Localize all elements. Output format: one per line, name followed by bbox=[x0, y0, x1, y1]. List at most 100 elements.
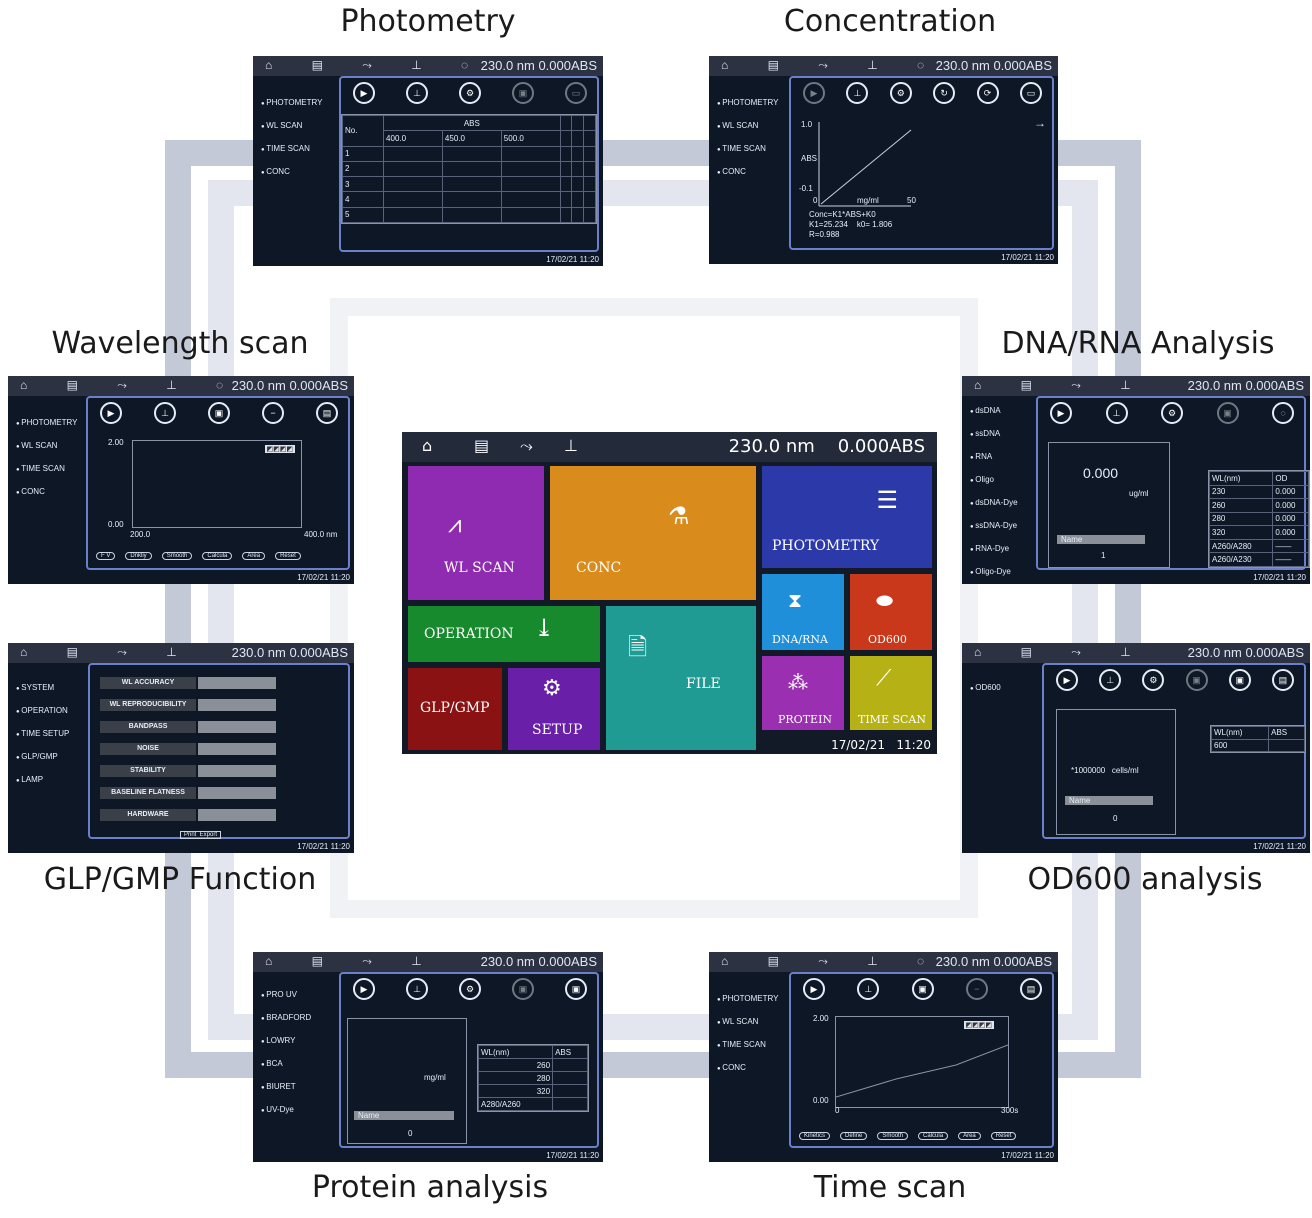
home-icon[interactable]: ⌂ bbox=[422, 436, 432, 455]
menu-item[interactable]: RNA-Dye bbox=[970, 538, 1018, 561]
refresh-icon[interactable]: ⟳ bbox=[976, 82, 999, 104]
menu-item[interactable]: CONC bbox=[717, 161, 778, 184]
settings-icon[interactable]: ⚙ bbox=[889, 82, 912, 104]
save-icon[interactable]: ▣ bbox=[1185, 669, 1208, 691]
menu-item[interactable]: WL SCAN bbox=[717, 115, 778, 138]
tile-conc[interactable]: ⚗ CONC bbox=[550, 466, 756, 600]
play-icon[interactable]: ▶ bbox=[1050, 402, 1072, 424]
play-icon[interactable]: ▶ bbox=[1056, 669, 1078, 691]
pill-button[interactable]: Smooth bbox=[877, 1132, 909, 1140]
plot-tools[interactable]: ◩◩◩◩ bbox=[264, 445, 295, 453]
zero-icon[interactable]: ⊥ bbox=[406, 82, 428, 104]
menu-item[interactable]: WL SCAN bbox=[717, 1011, 778, 1034]
menu-item[interactable]: ssDNA bbox=[970, 423, 1018, 446]
plot-tools[interactable]: ◩◩◩◩ bbox=[963, 1021, 994, 1029]
save-icon[interactable]: ▣ bbox=[512, 978, 534, 1000]
settings-icon[interactable]: ⚙ bbox=[459, 82, 481, 104]
tile-timescan[interactable]: ⟋ TIME SCAN bbox=[850, 656, 932, 730]
tile-operation[interactable]: OPERATION ⤓ bbox=[408, 606, 600, 662]
tile-protein[interactable]: ⁂ PROTEIN bbox=[762, 656, 844, 730]
zero-icon[interactable]: ⊥ bbox=[857, 978, 880, 1000]
menu-item[interactable]: LOWRY bbox=[261, 1030, 311, 1053]
menu-item[interactable]: BCA bbox=[261, 1053, 311, 1076]
settings-icon[interactable]: ⚙ bbox=[1161, 402, 1183, 424]
menu-item[interactable]: BRADFORD bbox=[261, 1007, 311, 1030]
minus-icon[interactable]: − bbox=[965, 978, 988, 1000]
printer-icon[interactable]: ▤ bbox=[1271, 669, 1294, 691]
menu-item[interactable]: dsDNA-Dye bbox=[970, 492, 1017, 515]
menu-item[interactable]: OPERATION bbox=[16, 700, 69, 723]
arrow-right-icon[interactable]: → bbox=[1034, 116, 1046, 130]
toolbar-icons[interactable]: ⌂ ▤ ⤳ ⊥ ◌ bbox=[721, 58, 942, 73]
menu-item[interactable]: Oligo-Dye bbox=[970, 561, 1018, 584]
tile-wlscan[interactable]: ⩘ WL SCAN bbox=[408, 466, 544, 600]
zero-icon[interactable]: ⊥ bbox=[846, 82, 869, 104]
lamp-icon[interactable]: ◌ bbox=[1272, 402, 1294, 424]
save-icon[interactable]: ▣ bbox=[911, 978, 934, 1000]
save-icon[interactable]: ▣ bbox=[512, 82, 534, 104]
list-icon[interactable]: ▤ bbox=[474, 436, 489, 455]
menu-item[interactable]: TIME SCAN bbox=[717, 1034, 778, 1057]
pill-button[interactable]: Reset bbox=[990, 1132, 1017, 1140]
menu-item[interactable]: UV-Dye bbox=[261, 1099, 311, 1122]
menu-item[interactable]: dsDNA bbox=[970, 400, 1018, 423]
zero-icon[interactable]: ⊥ bbox=[564, 436, 578, 455]
pill-button[interactable]: Calcula bbox=[202, 552, 233, 560]
tile-glp[interactable]: GLP/GMP bbox=[408, 668, 502, 750]
menu-item[interactable]: OD600 bbox=[970, 677, 1000, 700]
save-icon[interactable]: ▣ bbox=[1216, 402, 1239, 424]
menu-item[interactable]: RNA bbox=[970, 446, 1018, 469]
menu-item[interactable]: PHOTOMETRY bbox=[717, 988, 778, 1011]
tile-file[interactable]: 🗎 FILE bbox=[606, 606, 756, 750]
zero-icon[interactable]: ⊥ bbox=[406, 978, 428, 1000]
menu-item[interactable]: LAMP bbox=[16, 769, 69, 792]
toolbar-icons[interactable]: ⌂ ▤ ⤳ ⊥ bbox=[974, 645, 1149, 660]
load-icon[interactable]: ▭ bbox=[1019, 82, 1042, 104]
toolbar-icons[interactable]: ⌂ ▤ ⤳ ⊥ bbox=[265, 954, 440, 969]
tile-photometry[interactable]: ☰ PHOTOMETRY bbox=[762, 466, 932, 568]
menu-item[interactable]: TIME SCAN bbox=[261, 138, 322, 161]
menu-item[interactable]: Oligo bbox=[970, 469, 1018, 492]
pill-button[interactable]: Smooth bbox=[161, 552, 193, 560]
menu-item[interactable]: GLP/GMP bbox=[16, 746, 69, 769]
pill-button[interactable]: Kinetics bbox=[799, 1132, 831, 1140]
menu-item[interactable]: BIURET bbox=[261, 1076, 311, 1099]
play-icon[interactable]: ▶ bbox=[353, 82, 375, 104]
menu-item[interactable]: PHOTOMETRY bbox=[261, 92, 322, 115]
zero-icon[interactable]: ⊥ bbox=[154, 402, 176, 424]
name-field[interactable]: Name bbox=[1065, 796, 1153, 805]
toolbar-icons[interactable]: ⌂ ▤ ⤳ ⊥ ◌ bbox=[20, 378, 241, 393]
pill-button[interactable]: Dnkliy bbox=[125, 552, 152, 560]
menu-item[interactable]: ssDNA-Dye bbox=[970, 515, 1018, 538]
menu-item[interactable]: TIME SETUP bbox=[16, 723, 69, 746]
pill-button[interactable]: F V bbox=[96, 552, 116, 560]
play-icon[interactable]: ▶ bbox=[353, 978, 375, 1000]
load-icon[interactable]: ▣ bbox=[565, 978, 587, 1000]
toolbar-icons[interactable]: ⌂ ▤ ⤳ ⊥ ◌ bbox=[721, 954, 942, 969]
pill-button[interactable]: Calcula bbox=[918, 1132, 949, 1140]
name-field[interactable]: Name bbox=[354, 1111, 454, 1120]
menu-item[interactable]: PHOTOMETRY bbox=[717, 92, 778, 115]
play-icon[interactable]: ▶ bbox=[100, 402, 122, 424]
menu-item[interactable]: TIME SCAN bbox=[16, 458, 77, 481]
name-field[interactable]: Name bbox=[1057, 535, 1145, 544]
settings-icon[interactable]: ⚙ bbox=[459, 978, 481, 1000]
play-icon[interactable]: ▶ bbox=[803, 978, 825, 1000]
menu-item[interactable]: PRO UV bbox=[261, 984, 311, 1007]
pill-button[interactable]: Area bbox=[242, 552, 266, 560]
menu-item[interactable]: WL SCAN bbox=[261, 115, 322, 138]
play-icon[interactable]: ▶ bbox=[803, 82, 825, 104]
settings-icon[interactable]: ⚙ bbox=[1142, 669, 1165, 691]
menu-item[interactable]: WL SCAN bbox=[16, 435, 77, 458]
menu-item[interactable]: SYSTEM bbox=[16, 677, 69, 700]
zero-icon[interactable]: ⊥ bbox=[1105, 402, 1128, 424]
load-icon[interactable]: ▣ bbox=[1228, 669, 1251, 691]
toolbar-icons[interactable]: ⌂ ▤ ⤳ ⊥ bbox=[974, 378, 1149, 393]
arrow-icon[interactable]: ⤳ bbox=[520, 436, 533, 456]
menu-item[interactable]: CONC bbox=[261, 161, 322, 184]
pill-button[interactable]: Reset bbox=[275, 552, 301, 560]
tile-od600[interactable]: ⬬ OD600 bbox=[850, 574, 932, 650]
print-export-buttons[interactable]: Print Export bbox=[180, 831, 222, 839]
printer-icon[interactable]: ▤ bbox=[1020, 978, 1042, 1000]
minus-icon[interactable]: − bbox=[262, 402, 284, 424]
